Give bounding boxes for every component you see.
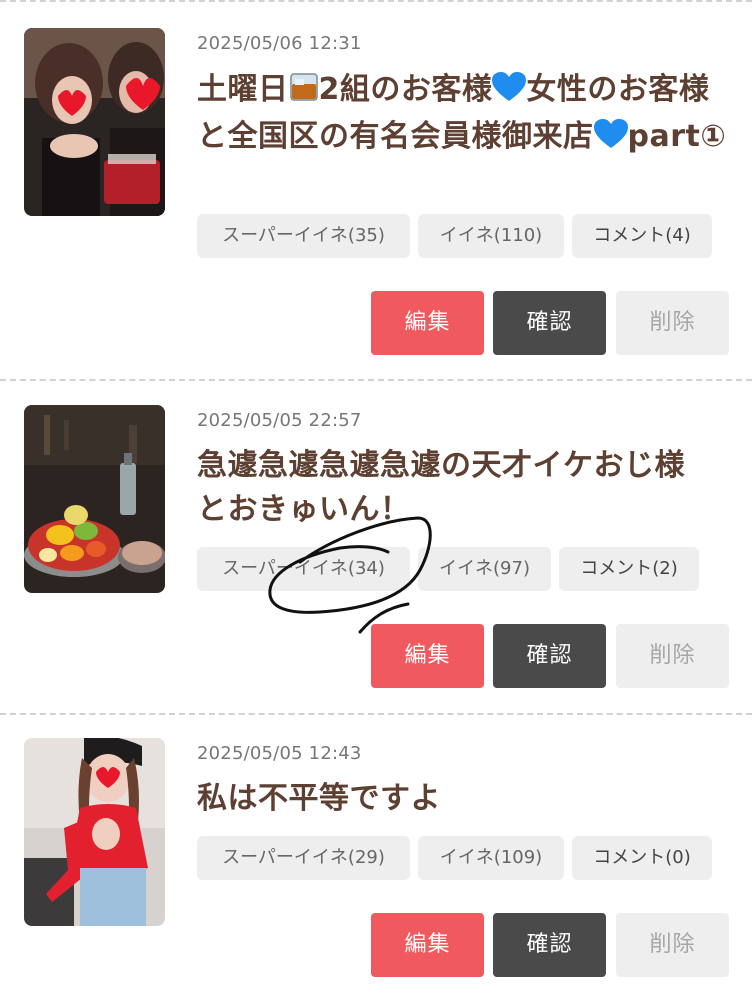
title-line: 急遽急遽急遽急遽の天才イケおじ様: [197, 448, 685, 483]
photo-two-women: [24, 28, 165, 216]
whisky-glass-icon: [289, 70, 319, 115]
post-title[interactable]: 私は不平等ですよ: [197, 777, 727, 821]
post-date: 2025/05/05 12:43: [197, 743, 362, 764]
comment-count[interactable]: コメント(4): [572, 214, 712, 258]
title-text: part①: [627, 119, 727, 154]
confirm-button[interactable]: 確認: [493, 291, 606, 355]
like-count[interactable]: イイネ(109): [418, 836, 564, 880]
super-like-count[interactable]: スーパーイイネ(29): [197, 836, 410, 880]
post-divider: [0, 379, 752, 381]
blue-heart-icon: [492, 71, 527, 115]
post-title[interactable]: 土曜日 2組のお客様 女性のお客様と全国区の有名会員様御来店 part①: [197, 68, 727, 162]
delete-button[interactable]: 削除: [616, 291, 729, 355]
post-divider: [0, 713, 752, 715]
post-date: 2025/05/05 22:57: [197, 410, 362, 431]
blue-heart-icon: [593, 118, 628, 162]
post-thumbnail[interactable]: [24, 405, 165, 593]
delete-button[interactable]: 削除: [616, 913, 729, 977]
post-title[interactable]: 急遽急遽急遽急遽の天才イケおじ様 とおきゅいん！: [197, 444, 727, 532]
comment-count[interactable]: コメント(0): [572, 836, 712, 880]
like-count[interactable]: イイネ(110): [418, 214, 564, 258]
post-list: 2025/05/06 12:31 土曜日 2組のお客様 女性のお客様と全国区の有名会…: [0, 0, 752, 999]
photo-woman-red-top: [24, 738, 165, 926]
post-date: 2025/05/06 12:31: [197, 33, 362, 54]
title-line: とおきゅいん！: [197, 492, 411, 527]
comment-count[interactable]: コメント(2): [559, 547, 699, 591]
edit-button[interactable]: 編集: [371, 913, 484, 977]
post-thumbnail[interactable]: [24, 738, 165, 926]
super-like-count[interactable]: スーパーイイネ(34): [197, 547, 410, 591]
edit-button[interactable]: 編集: [371, 291, 484, 355]
super-like-count[interactable]: スーパーイイネ(35): [197, 214, 410, 258]
post-thumbnail[interactable]: [24, 28, 165, 216]
title-text: 2組のお客様: [318, 72, 493, 107]
confirm-button[interactable]: 確認: [493, 624, 606, 688]
like-count[interactable]: イイネ(97): [418, 547, 551, 591]
photo-fruit-platter: [24, 405, 165, 593]
edit-button[interactable]: 編集: [371, 624, 484, 688]
confirm-button[interactable]: 確認: [493, 913, 606, 977]
title-text: 土曜日: [197, 72, 289, 107]
delete-button[interactable]: 削除: [616, 624, 729, 688]
top-divider: [0, 0, 752, 2]
